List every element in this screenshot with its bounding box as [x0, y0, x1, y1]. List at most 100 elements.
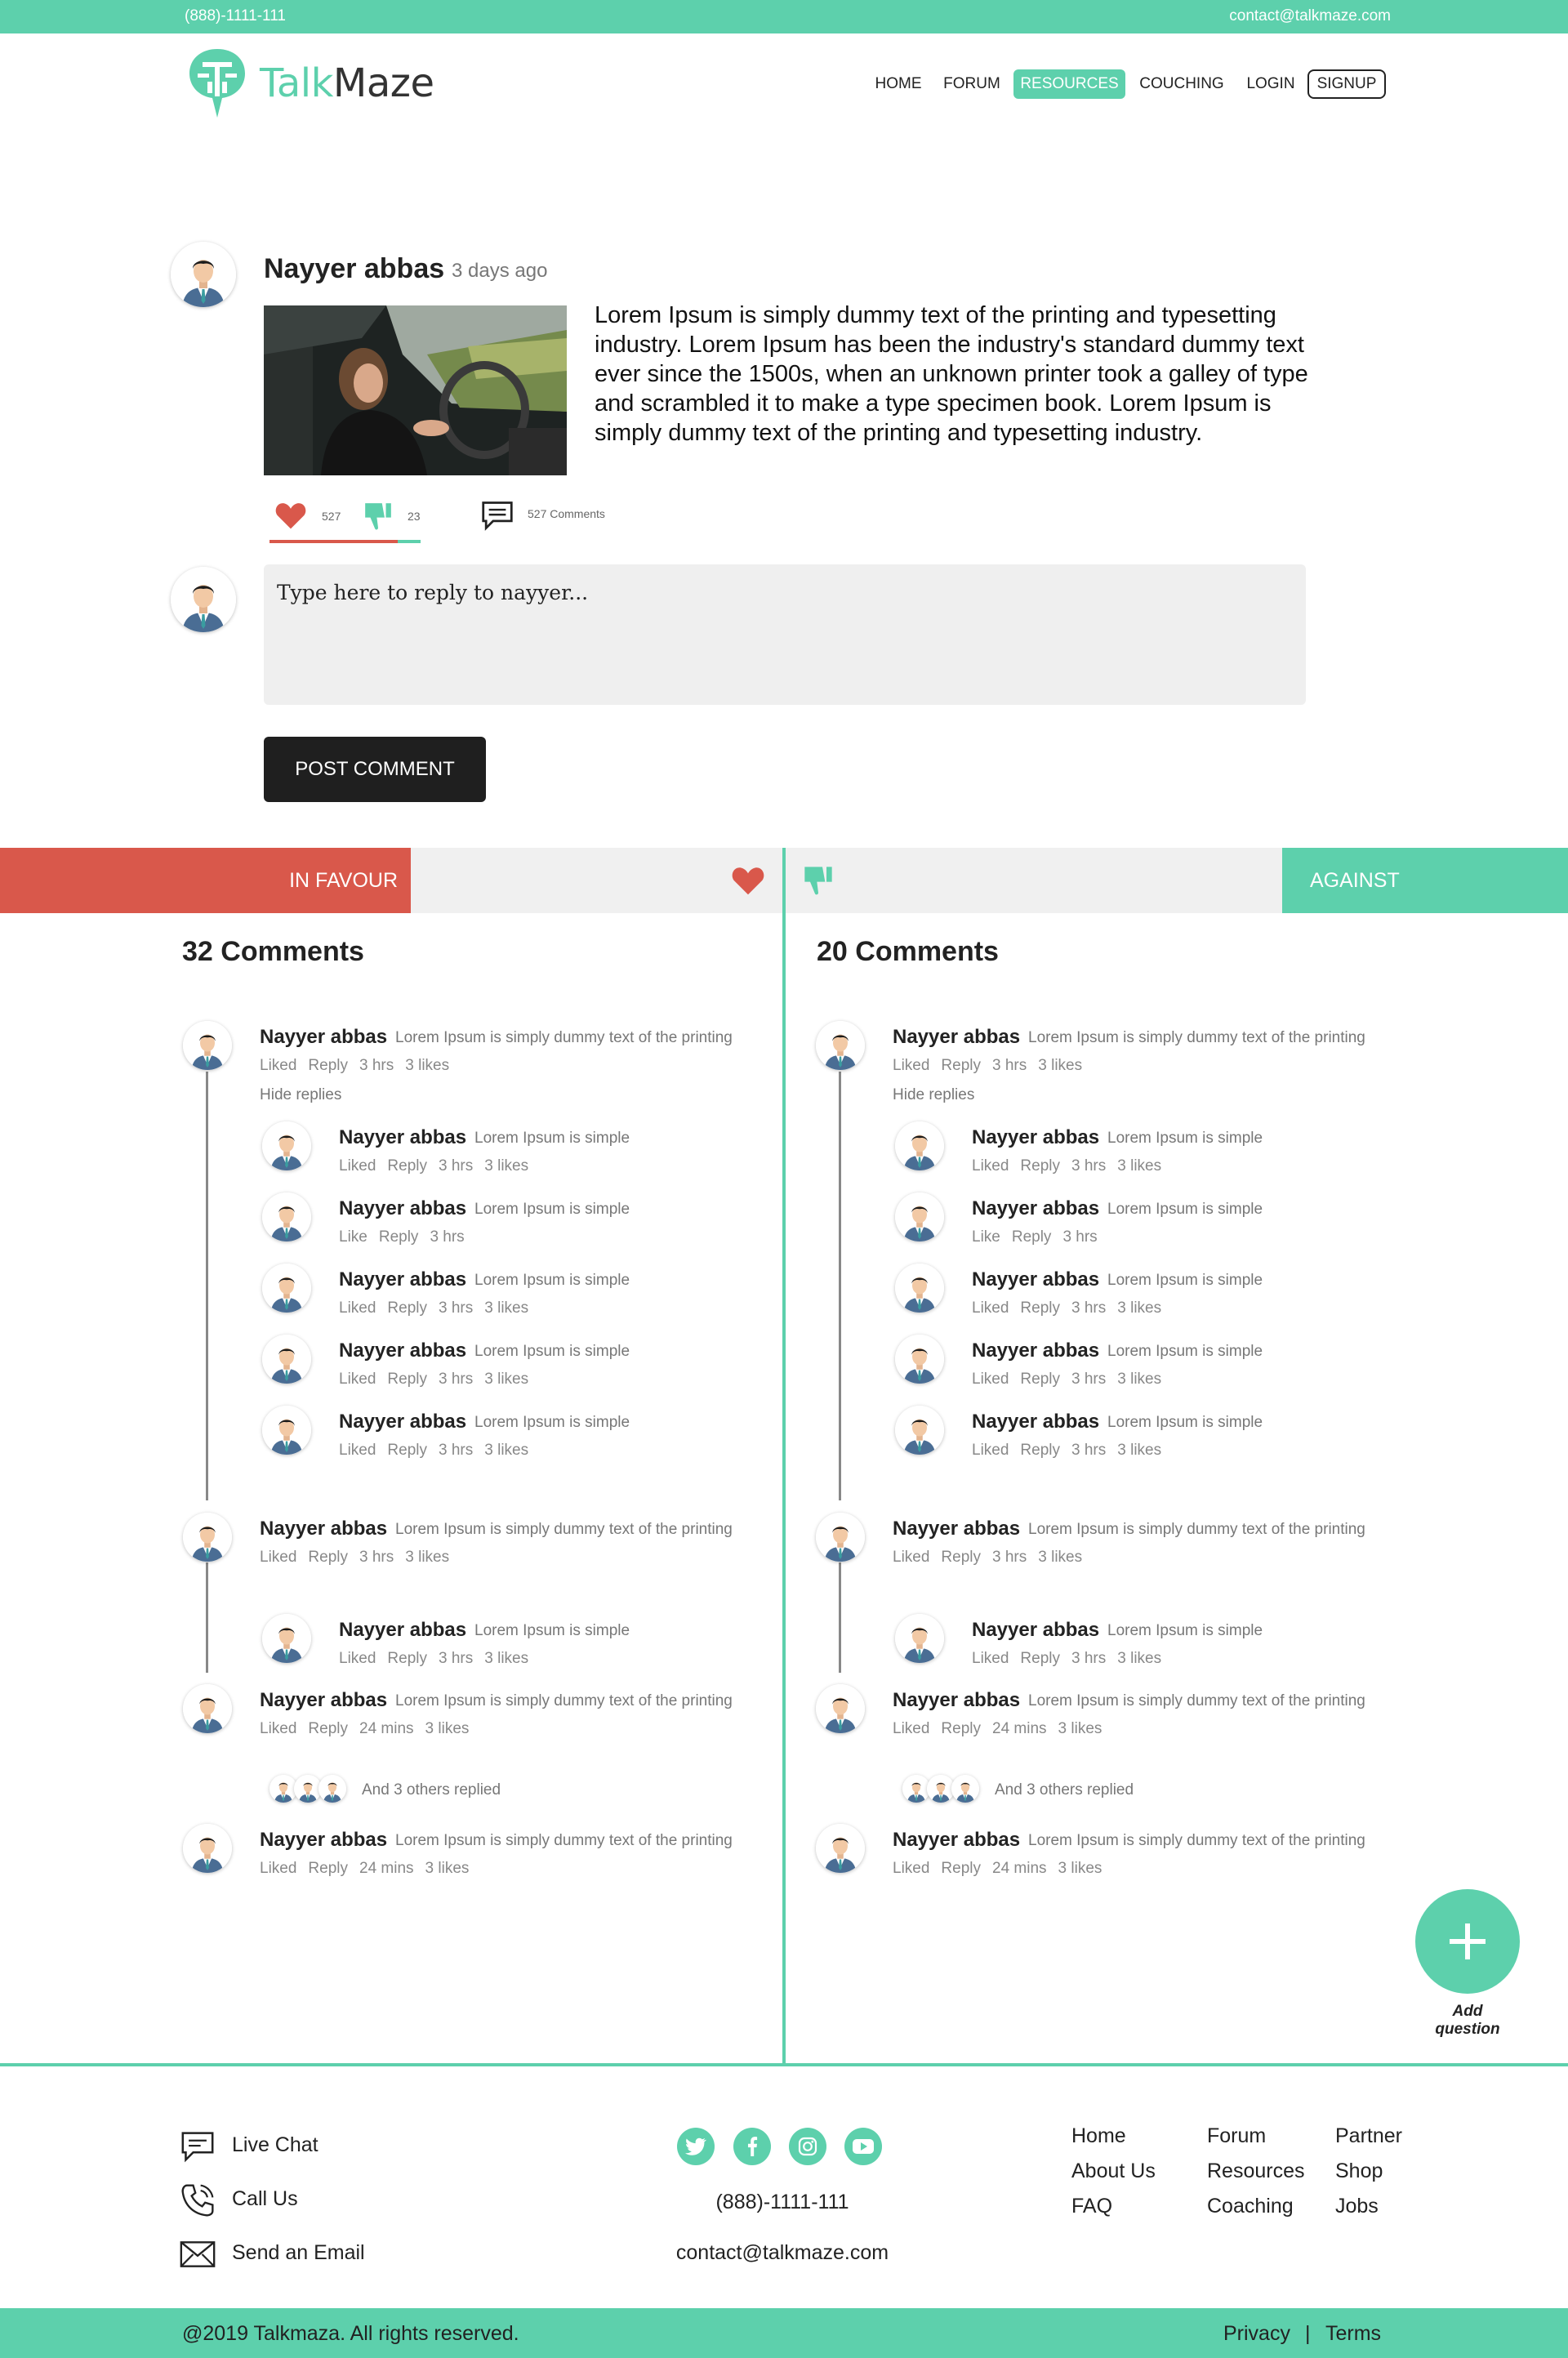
commenter-avatar[interactable] — [183, 1684, 232, 1733]
reply-avatar[interactable] — [895, 1614, 944, 1663]
reply-avatar[interactable] — [262, 1264, 311, 1313]
reply-author-name[interactable]: Nayyer abbas — [339, 1411, 466, 1433]
reply-avatar[interactable] — [262, 1614, 311, 1663]
like-action[interactable]: Liked — [260, 1549, 296, 1566]
reply-avatar[interactable] — [262, 1335, 311, 1384]
reply-avatar[interactable] — [262, 1192, 311, 1241]
post-image[interactable] — [264, 305, 567, 475]
footer-link-about-us[interactable]: About Us — [1071, 2160, 1156, 2183]
footer-link-forum[interactable]: Forum — [1207, 2124, 1266, 2148]
commenter-name[interactable]: Nayyer abbas — [260, 1518, 387, 1540]
like-heart-icon[interactable] — [274, 501, 307, 530]
email-icon[interactable] — [180, 2240, 216, 2268]
reply-input[interactable]: Type here to reply to nayyer... — [264, 564, 1306, 705]
like-action[interactable]: Liked — [972, 1299, 1009, 1317]
reply-action[interactable]: Reply — [308, 1549, 348, 1566]
commenter-avatar[interactable] — [183, 1513, 232, 1562]
facebook-icon[interactable] — [733, 2128, 771, 2165]
like-action[interactable]: Liked — [972, 1650, 1009, 1667]
instagram-icon[interactable] — [789, 2128, 826, 2165]
like-action[interactable]: Liked — [339, 1442, 376, 1459]
others-replied-link[interactable]: And 3 others replied — [995, 1781, 1134, 1799]
against-thumb-icon[interactable] — [802, 864, 835, 897]
reply-action[interactable]: Reply — [941, 1860, 981, 1877]
footer-phone[interactable]: (888)-1111-111 — [660, 2191, 905, 2214]
like-action[interactable]: Liked — [893, 1549, 929, 1566]
post-comment-button[interactable]: POST COMMENT — [264, 737, 486, 802]
reply-action[interactable]: Reply — [387, 1650, 427, 1667]
reply-avatar[interactable] — [895, 1192, 944, 1241]
reply-avatar[interactable] — [895, 1264, 944, 1313]
post-author-name[interactable]: Nayyer abbas — [264, 253, 444, 285]
reply-action[interactable]: Reply — [379, 1228, 419, 1246]
like-action[interactable]: Liked — [260, 1720, 296, 1737]
reply-action[interactable]: Reply — [1020, 1157, 1060, 1175]
mini-avatar-2[interactable] — [927, 1775, 955, 1803]
add-question-button[interactable] — [1415, 1889, 1520, 1994]
reply-action[interactable]: Reply — [1020, 1299, 1060, 1317]
nav-home[interactable]: HOME — [867, 69, 929, 99]
comments-count[interactable]: 527 Comments — [528, 507, 605, 520]
commenter-name[interactable]: Nayyer abbas — [893, 1689, 1020, 1712]
reply-author-name[interactable]: Nayyer abbas — [339, 1339, 466, 1362]
like-action[interactable]: Liked — [339, 1650, 376, 1667]
brand-wordmark[interactable]: TalkMaze — [260, 60, 434, 106]
reply-action[interactable]: Reply — [1020, 1442, 1060, 1459]
live-chat-icon[interactable] — [180, 2130, 216, 2163]
reply-action[interactable]: Reply — [941, 1057, 981, 1074]
commenter-avatar[interactable] — [816, 1513, 865, 1562]
reply-author-name[interactable]: Nayyer abbas — [339, 1126, 466, 1149]
reply-action[interactable]: Reply — [941, 1549, 981, 1566]
reply-author-name[interactable]: Nayyer abbas — [972, 1126, 1099, 1149]
commenter-name[interactable]: Nayyer abbas — [260, 1026, 387, 1049]
reply-author-name[interactable]: Nayyer abbas — [339, 1619, 466, 1642]
live-chat-link[interactable]: Live Chat — [232, 2133, 318, 2157]
nav-forum[interactable]: FORUM — [941, 69, 1003, 99]
reply-action[interactable]: Reply — [1020, 1650, 1060, 1667]
like-action[interactable]: Like — [339, 1228, 368, 1246]
reply-avatar[interactable] — [895, 1335, 944, 1384]
others-replied-link[interactable]: And 3 others replied — [362, 1781, 501, 1799]
phone-icon[interactable] — [180, 2182, 216, 2218]
against-tab[interactable]: AGAINST — [1282, 848, 1568, 913]
commenter-name[interactable]: Nayyer abbas — [893, 1026, 1020, 1049]
reply-avatar[interactable] — [895, 1406, 944, 1455]
top-email[interactable]: contact@talkmaze.com — [1229, 7, 1391, 25]
footer-link-partner[interactable]: Partner — [1335, 2124, 1402, 2148]
reply-action[interactable]: Reply — [1012, 1228, 1052, 1246]
reply-action[interactable]: Reply — [308, 1860, 348, 1877]
commenter-avatar[interactable] — [816, 1021, 865, 1070]
logo-icon[interactable] — [185, 46, 250, 119]
reply-author-name[interactable]: Nayyer abbas — [972, 1197, 1099, 1220]
mini-avatar-2[interactable] — [294, 1775, 322, 1803]
twitter-icon[interactable] — [677, 2128, 715, 2165]
like-action[interactable]: Liked — [260, 1860, 296, 1877]
footer-email[interactable]: contact@talkmaze.com — [660, 2241, 905, 2265]
commenter-avatar[interactable] — [816, 1684, 865, 1733]
like-action[interactable]: Liked — [972, 1371, 1009, 1388]
dislike-thumb-icon[interactable] — [363, 501, 394, 532]
nav-login[interactable]: LOGIN — [1240, 69, 1302, 99]
hide-replies-link[interactable]: Hide replies — [893, 1086, 974, 1104]
terms-link[interactable]: Terms — [1325, 2322, 1381, 2346]
reply-avatar[interactable] — [895, 1121, 944, 1170]
privacy-link[interactable]: Privacy — [1223, 2322, 1290, 2346]
commenter-avatar[interactable] — [183, 1021, 232, 1070]
reply-avatar[interactable] — [262, 1406, 311, 1455]
reply-author-name[interactable]: Nayyer abbas — [972, 1339, 1099, 1362]
comment-icon[interactable] — [480, 500, 514, 531]
reply-author-name[interactable]: Nayyer abbas — [972, 1268, 1099, 1291]
footer-link-home[interactable]: Home — [1071, 2124, 1126, 2148]
mini-avatar-3[interactable] — [951, 1775, 979, 1803]
nav-couching[interactable]: COUCHING — [1135, 69, 1228, 99]
commenter-avatar[interactable] — [816, 1824, 865, 1873]
reply-author-name[interactable]: Nayyer abbas — [972, 1411, 1099, 1433]
nav-signup[interactable]: SIGNUP — [1307, 69, 1386, 99]
mini-avatar-3[interactable] — [318, 1775, 346, 1803]
commenter-name[interactable]: Nayyer abbas — [260, 1689, 387, 1712]
reply-action[interactable]: Reply — [387, 1299, 427, 1317]
reply-author-name[interactable]: Nayyer abbas — [339, 1268, 466, 1291]
like-action[interactable]: Liked — [893, 1720, 929, 1737]
hide-replies-link[interactable]: Hide replies — [260, 1086, 341, 1104]
mini-avatar-1[interactable] — [902, 1775, 930, 1803]
